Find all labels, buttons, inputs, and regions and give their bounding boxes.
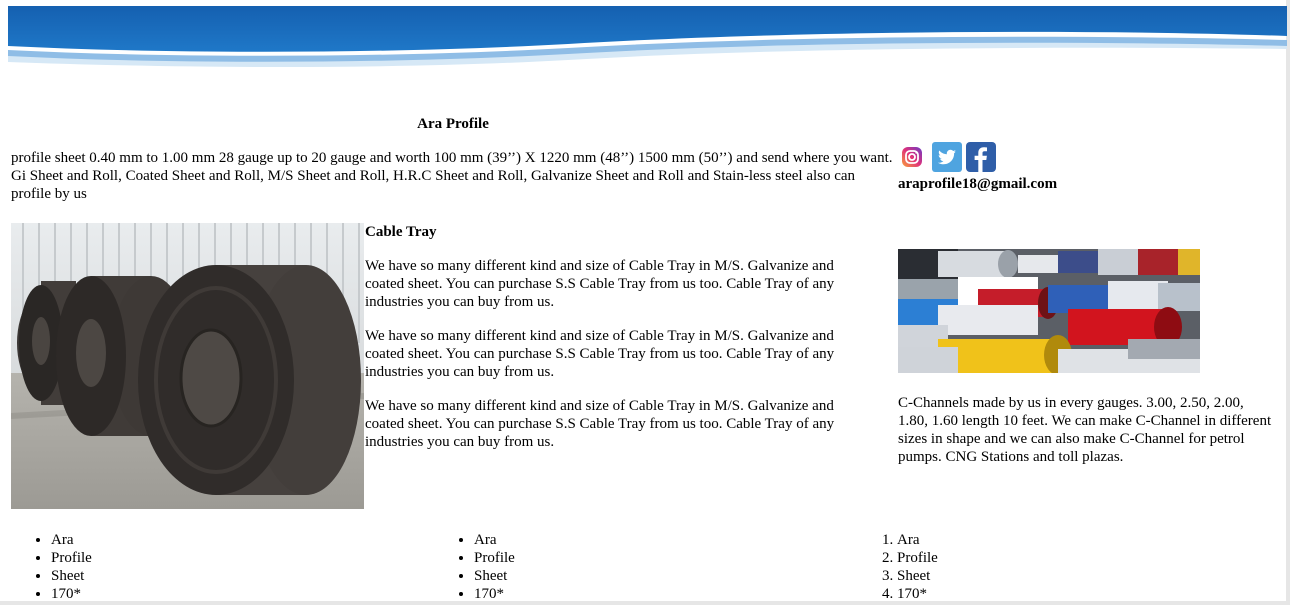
list-item: 170*: [897, 585, 938, 603]
section-paragraph: We have so many different kind and size …: [365, 398, 835, 450]
list-item: Ara: [474, 531, 515, 549]
section-paragraph: We have so many different kind and size …: [365, 258, 835, 310]
list-item: Ara: [897, 531, 938, 549]
page-title: Ara Profile: [417, 116, 489, 132]
social-links: [898, 141, 996, 173]
c-channel-description: C-Channels made by us in every gauges. 3…: [898, 395, 1272, 465]
list-item: Sheet: [897, 567, 938, 585]
steel-coils-photo: [11, 223, 364, 509]
section-body: We have so many different kind and size …: [365, 257, 870, 467]
bullet-list-1: Ara Profile Sheet 170*: [11, 531, 92, 603]
list-item: Profile: [51, 549, 92, 567]
list-item: Ara: [51, 531, 92, 549]
list-item: Profile: [474, 549, 515, 567]
list-item: Sheet: [474, 567, 515, 585]
list-item: Sheet: [51, 567, 92, 585]
colored-rolls-photo: [898, 249, 1200, 373]
list-item: 170*: [474, 585, 515, 603]
facebook-icon[interactable]: [966, 142, 996, 172]
section-heading: Cable Tray: [365, 224, 437, 240]
bullet-list-2: Ara Profile Sheet 170*: [434, 531, 515, 603]
intro-paragraph: profile sheet 0.40 mm to 1.00 mm 28 gaug…: [11, 150, 893, 202]
horizontal-scrollbar[interactable]: [0, 601, 1290, 605]
section-paragraph: We have so many different kind and size …: [365, 328, 835, 380]
numbered-list: Ara Profile Sheet 170*: [857, 531, 938, 603]
list-item: Profile: [897, 549, 938, 567]
list-item: 170*: [51, 585, 92, 603]
instagram-icon[interactable]: [898, 143, 926, 171]
twitter-icon[interactable]: [932, 142, 962, 172]
header-banner: [8, 6, 1287, 67]
contact-email: araprofile18@gmail.com: [898, 176, 1058, 192]
vertical-scrollbar[interactable]: [1286, 0, 1290, 605]
